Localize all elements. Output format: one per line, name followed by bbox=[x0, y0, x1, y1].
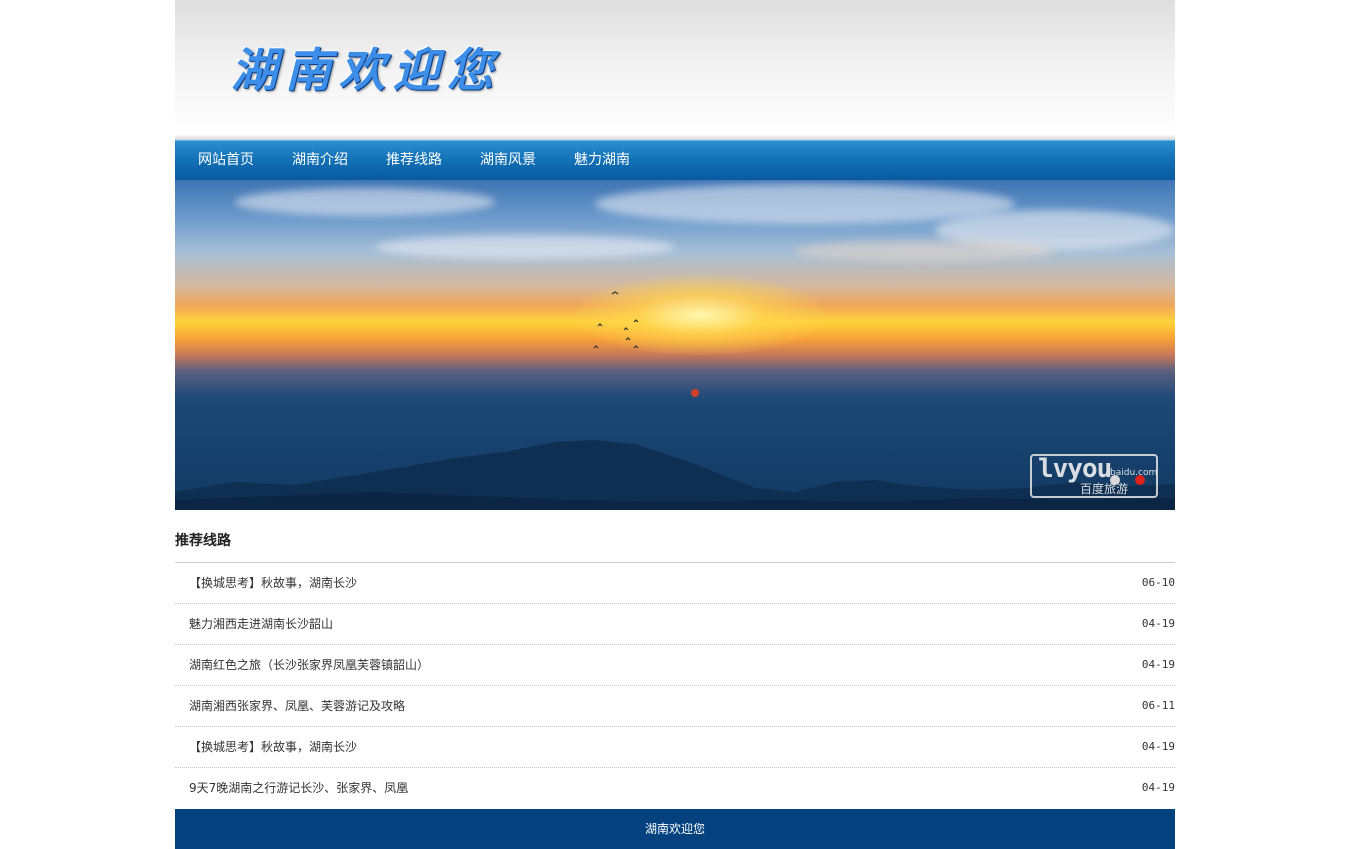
route-date: 04-19 bbox=[1141, 617, 1175, 630]
route-link[interactable]: 【换城思考】秋故事，湖南长沙 bbox=[189, 727, 357, 767]
nav-item-charm[interactable]: 魅力湖南 bbox=[555, 141, 649, 179]
route-list: 【换城思考】秋故事，湖南长沙 06-10 魅力湘西走进湖南长沙韶山 04-19 … bbox=[175, 563, 1175, 808]
slide-indicator-1[interactable] bbox=[1110, 475, 1120, 485]
sun-icon bbox=[691, 389, 699, 397]
cloud-shape bbox=[795, 240, 1055, 262]
cloud-shape bbox=[375, 235, 675, 259]
site-header: 湖南欢迎您 bbox=[175, 0, 1175, 140]
nav-item-routes[interactable]: 推荐线路 bbox=[367, 141, 461, 179]
site-logo[interactable]: 湖南欢迎您 bbox=[231, 42, 501, 98]
route-date: 04-19 bbox=[1141, 658, 1175, 671]
route-link[interactable]: 湖南红色之旅（长沙张家界凤凰芙蓉镇韶山） bbox=[189, 645, 429, 685]
list-item: 9天7晚湖南之行游记长沙、张家界、凤凰 04-19 bbox=[175, 768, 1175, 808]
route-date: 06-10 bbox=[1141, 576, 1175, 589]
banner-slideshow[interactable]: lvyou baidu.com 百度旅游 bbox=[175, 180, 1175, 510]
watermark-label: 百度旅游 bbox=[1080, 482, 1129, 496]
route-link[interactable]: 魅力湘西走进湖南长沙韶山 bbox=[189, 604, 333, 644]
route-date: 04-19 bbox=[1141, 781, 1175, 794]
site-footer: 湖南欢迎您 bbox=[175, 809, 1175, 849]
list-item: 湖南湘西张家界、凤凰、芙蓉游记及攻略 06-11 bbox=[175, 686, 1175, 727]
list-item: 【换城思考】秋故事，湖南长沙 04-19 bbox=[175, 727, 1175, 768]
list-item: 湖南红色之旅（长沙张家界凤凰芙蓉镇韶山） 04-19 bbox=[175, 645, 1175, 686]
route-date: 04-19 bbox=[1141, 740, 1175, 753]
route-link[interactable]: 9天7晚湖南之行游记长沙、张家界、凤凰 bbox=[189, 768, 408, 808]
section-title: 推荐线路 bbox=[175, 533, 231, 549]
mountain-silhouette bbox=[175, 440, 1175, 510]
route-link[interactable]: 【换城思考】秋故事，湖南长沙 bbox=[189, 563, 357, 603]
slide-indicator-2[interactable] bbox=[1135, 475, 1145, 485]
cloud-shape bbox=[595, 184, 1015, 224]
list-item: 【换城思考】秋故事，湖南长沙 06-10 bbox=[175, 563, 1175, 604]
birds-icon bbox=[593, 291, 639, 349]
route-link[interactable]: 湖南湘西张家界、凤凰、芙蓉游记及攻略 bbox=[189, 686, 405, 726]
nav-item-intro[interactable]: 湖南介绍 bbox=[273, 141, 367, 179]
route-date: 06-11 bbox=[1141, 699, 1175, 712]
main-nav: 网站首页 湖南介绍 推荐线路 湖南风景 魅力湖南 bbox=[175, 140, 1175, 180]
nav-item-scenery[interactable]: 湖南风景 bbox=[461, 141, 555, 179]
page-container: 湖南欢迎您 网站首页 湖南介绍 推荐线路 湖南风景 魅力湖南 lvyou bai… bbox=[175, 0, 1175, 849]
nav-item-home[interactable]: 网站首页 bbox=[179, 141, 273, 179]
cloud-shape bbox=[235, 188, 495, 216]
list-item: 魅力湘西走进湖南长沙韶山 04-19 bbox=[175, 604, 1175, 645]
